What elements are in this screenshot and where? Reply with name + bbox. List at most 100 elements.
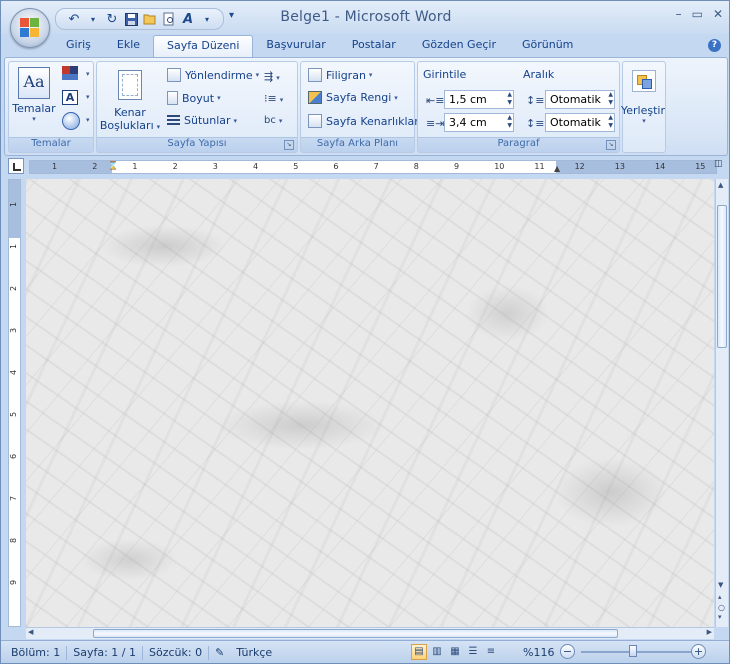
ruler-tick-label: 13 — [614, 162, 625, 171]
size-button[interactable]: Boyut ▾ — [167, 91, 221, 105]
tab-postalar[interactable]: Postalar — [339, 35, 409, 57]
indent-left-stepper[interactable]: 1,5 cm ▲ ▼ — [444, 90, 514, 109]
zoom-level[interactable]: %116 — [523, 646, 554, 659]
scroll-down-icon[interactable]: ▼ — [718, 581, 723, 589]
horizontal-ruler[interactable]: 1 2 1 2 3 4 5 6 7 8 9 10 11 12 13 14 15 ⌛ ▲ — [29, 160, 717, 174]
proofing-icon[interactable]: ✎ — [209, 646, 230, 660]
vruler-tick-label: 5 — [9, 411, 19, 418]
maximize-icon[interactable]: ▭ — [692, 7, 703, 21]
browse-object-icon[interactable]: ○ — [718, 603, 725, 612]
hyphenation-icon[interactable]: bc ▾ — [264, 115, 282, 126]
arrange-button[interactable]: Yerleştir ▾ — [621, 64, 665, 150]
size-label: Boyut — [182, 91, 215, 105]
tab-basvurular[interactable]: Başvurular — [253, 35, 338, 57]
ruler-tick-label: 5 — [293, 162, 299, 171]
previous-page-icon[interactable]: ▴ — [718, 593, 722, 601]
theme-effects-icon[interactable] — [62, 112, 80, 130]
outline-view-icon[interactable]: ☰ — [465, 644, 481, 660]
vertical-ruler[interactable]: 1 1 2 3 4 5 6 7 8 9 — [8, 179, 21, 627]
vruler-tick-label: 4 — [9, 369, 19, 376]
tab-selector-icon[interactable] — [8, 158, 24, 174]
zoom-out-icon[interactable]: − — [560, 644, 575, 659]
spacing-after-spin-icon[interactable]: ▲ ▼ — [608, 114, 613, 130]
ruler-tick-label: 1 — [52, 162, 58, 171]
theme-colors-icon[interactable] — [62, 66, 80, 82]
theme-fonts-dropdown-icon[interactable]: ▾ — [86, 93, 90, 101]
spacing-before-stepper[interactable]: Otomatik ▲ ▼ — [545, 90, 615, 109]
columns-button[interactable]: Sütunlar ▾ — [167, 114, 237, 127]
indent-right-stepper[interactable]: 3,4 cm ▲ ▼ — [444, 113, 514, 132]
horizontal-scroll-thumb[interactable] — [93, 629, 618, 638]
scroll-up-icon[interactable]: ▲ — [718, 181, 723, 189]
ruler-tick-label: 10 — [494, 162, 505, 171]
status-language[interactable]: Türkçe — [230, 646, 278, 660]
page-setup-launcher-icon[interactable]: ↘ — [284, 140, 294, 150]
zoom-slider[interactable] — [581, 651, 693, 653]
page-color-label: Sayfa Rengi — [326, 91, 392, 104]
status-section[interactable]: Bölüm: 1 — [1, 646, 68, 660]
draft-view-icon[interactable]: ≡ — [483, 644, 499, 660]
page-color-button[interactable]: Sayfa Rengi ▾ — [308, 91, 398, 104]
horizontal-scrollbar[interactable]: ◀ ▶ — [26, 627, 714, 639]
group-sayfa-yapisi: Kenar Boşlukları ▾ Yönlendirme ▾ Boyut ▾ Sü… — [96, 61, 298, 153]
spacing-before-spin-icon[interactable]: ▲ ▼ — [608, 91, 613, 107]
web-layout-view-icon[interactable]: ▦ — [447, 644, 463, 660]
right-indent-marker-icon[interactable]: ▲ — [554, 164, 560, 173]
indent-right-spin-icon[interactable]: ▲ ▼ — [507, 114, 512, 130]
close-icon[interactable]: ✕ — [713, 7, 723, 21]
indent-right-icon: ≡⇥ — [426, 117, 445, 130]
ruler-tick-label: 7 — [373, 162, 379, 171]
vruler-tick-label: 3 — [9, 327, 19, 334]
watermark-label: Filigran — [326, 68, 366, 82]
tab-giris[interactable]: Giriş — [53, 35, 104, 57]
tab-gozden-gecir[interactable]: Gözden Geçir — [409, 35, 509, 57]
zoom-slider-thumb[interactable] — [629, 645, 637, 657]
page-color-dropdown-icon: ▾ — [394, 93, 398, 102]
margins-label-2-row: Boşlukları ▾ — [99, 119, 161, 134]
watermark-button[interactable]: Filigran ▾ — [308, 68, 372, 82]
margins-icon — [118, 70, 142, 100]
indent-label: Girintile — [423, 68, 467, 81]
scroll-left-icon[interactable]: ◀ — [28, 628, 33, 636]
themes-label: Temalar — [12, 102, 56, 115]
tab-ekle[interactable]: Ekle — [104, 35, 153, 57]
status-page[interactable]: Sayfa: 1 / 1 — [67, 646, 143, 660]
page-borders-button[interactable]: Sayfa Kenarlıkları — [308, 114, 422, 128]
scroll-right-icon[interactable]: ▶ — [707, 628, 712, 636]
orientation-button[interactable]: Yönlendirme ▾ — [167, 68, 259, 82]
theme-fonts-icon[interactable]: A — [62, 90, 78, 105]
orientation-label: Yönlendirme — [185, 68, 253, 82]
vruler-tick-label: 1 — [9, 201, 19, 208]
indent-left-spin-icon[interactable]: ▲ ▼ — [507, 91, 512, 107]
next-page-icon[interactable]: ▾ — [718, 613, 722, 621]
help-icon[interactable]: ? — [708, 39, 721, 52]
ruler-bar: 1 2 1 2 3 4 5 6 7 8 9 10 11 12 13 14 15 ⌛ ▲ ◫ — [4, 158, 728, 176]
columns-icon — [167, 114, 180, 127]
spacing-after-stepper[interactable]: Otomatik ▲ ▼ — [545, 113, 615, 132]
minimize-icon[interactable]: – — [676, 7, 682, 21]
theme-colors-dropdown-icon[interactable]: ▾ — [86, 70, 90, 78]
vertical-scroll-thumb[interactable] — [717, 205, 727, 348]
vertical-scrollbar[interactable]: ▲ ▼ ▴ ○ ▾ — [715, 179, 728, 627]
ruler-tick-label: 15 — [695, 162, 706, 171]
view-ruler-icon[interactable]: ◫ — [714, 159, 726, 173]
tab-gorunum[interactable]: Görünüm — [509, 35, 586, 57]
themes-button[interactable]: Aa Temalar ▾ — [12, 64, 56, 134]
vruler-tick-label: 8 — [9, 537, 19, 544]
full-screen-reading-view-icon[interactable]: ▥ — [429, 644, 445, 660]
line-numbers-icon[interactable]: ⁝≡ ▾ — [264, 92, 283, 105]
ruler-tick-label: 12 — [574, 162, 585, 171]
print-layout-view-icon[interactable]: ▤ — [411, 644, 427, 660]
indent-marker-icon[interactable]: ⌛ — [108, 161, 118, 170]
margins-button[interactable]: Kenar Boşlukları ▾ — [99, 64, 161, 136]
group-label-sayfa-arka-plani: Sayfa Arka Planı — [301, 137, 414, 152]
status-words[interactable]: Sözcük: 0 — [143, 646, 210, 660]
office-button[interactable] — [10, 8, 50, 48]
breaks-icon[interactable]: ⇶ ▾ — [264, 70, 280, 83]
paragraph-launcher-icon[interactable]: ↘ — [606, 140, 616, 150]
arrange-dropdown-icon: ▾ — [642, 117, 646, 125]
theme-effects-dropdown-icon[interactable]: ▾ — [86, 116, 90, 124]
document-page[interactable] — [26, 179, 714, 627]
ruler-left-margin — [30, 161, 112, 173]
zoom-in-icon[interactable]: + — [691, 644, 706, 659]
